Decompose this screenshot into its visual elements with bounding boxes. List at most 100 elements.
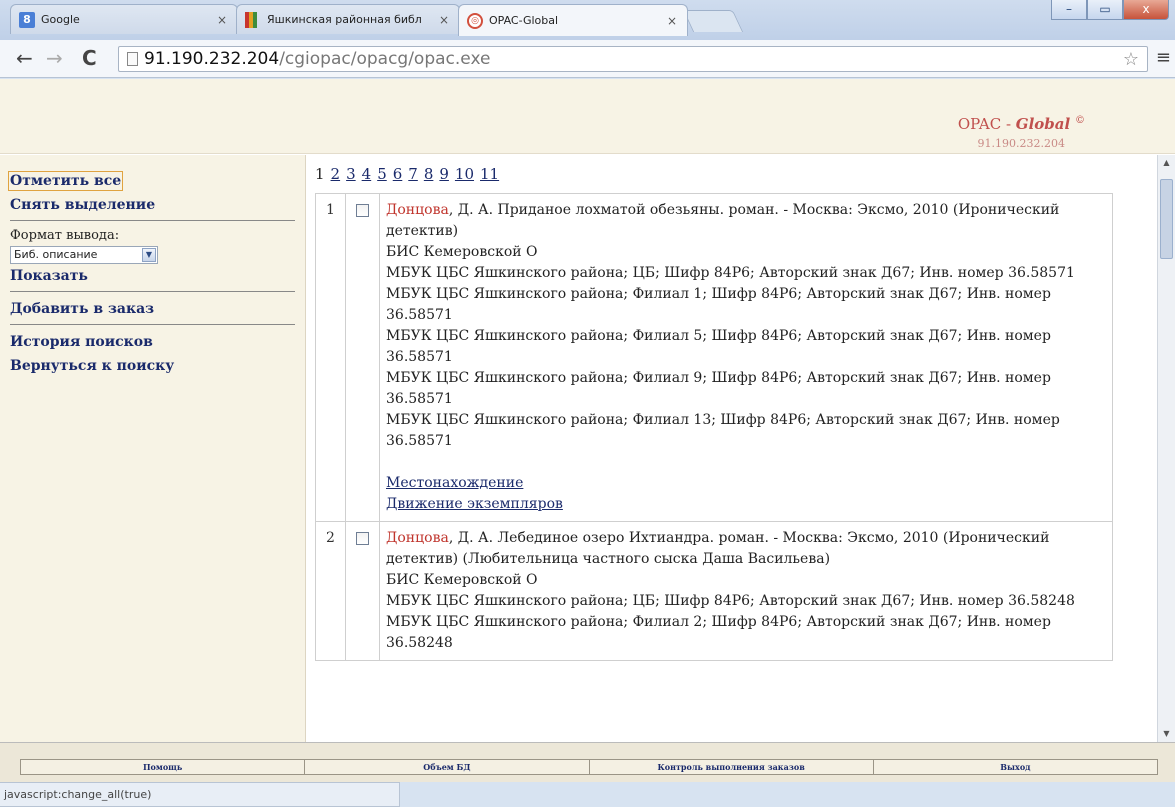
scroll-up-icon[interactable]: ▲ (1158, 155, 1175, 171)
record-title-text: , Д. А. Приданое лохматой обезьяны. рома… (386, 202, 1060, 239)
format-label: Формат вывода: (10, 228, 120, 243)
show-link[interactable]: Показать (10, 266, 295, 286)
top-banner: OPAC - Global © 91.190.232.204 (0, 79, 1175, 154)
chevron-down-icon[interactable]: ▼ (142, 248, 156, 262)
footer-links: Помощь Объем БД Контроль выполнения зака… (20, 759, 1158, 775)
holding-line: МБУК ЦБС Яшкинского района; ЦБ; Шифр 84Р… (386, 265, 1075, 281)
current-page: 1 (315, 165, 325, 183)
holding-line: МБУК ЦБС Яшкинского района; Филиал 2; Ши… (386, 614, 1051, 651)
url-path: /cgiopac/opacg/opac.exe (279, 49, 491, 69)
page-link[interactable]: 11 (480, 165, 499, 183)
record-cell: Донцова, Д. А. Лебединое озеро Ихтиандра… (379, 521, 1113, 661)
divider (10, 324, 295, 325)
tab-title: Google (41, 13, 80, 26)
page-link[interactable]: 2 (331, 165, 341, 183)
address-bar[interactable]: 91.190.232.204/cgiopac/opacg/opac.exe ☆ (118, 46, 1148, 72)
search-history-link[interactable]: История поисков (10, 332, 295, 352)
result-row: 2 Донцова, Д. А. Лебединое озеро Ихтиандр… (315, 521, 1113, 661)
result-number: 1 (315, 193, 346, 522)
close-tab-icon[interactable]: × (217, 13, 227, 27)
page-link[interactable]: 10 (455, 165, 474, 183)
close-window-icon[interactable]: x (1123, 0, 1169, 20)
record-title-text: , Д. А. Лебединое озеро Ихтиандра. роман… (386, 530, 1050, 567)
record-author[interactable]: Донцова (386, 530, 449, 546)
order-control-link[interactable]: Контроль выполнения заказов (590, 760, 874, 774)
browser-toolbar: ← → C 91.190.232.204/cgiopac/opacg/opac.… (0, 40, 1175, 78)
copyright-symbol: © (1075, 115, 1085, 126)
select-all-link[interactable]: Отметить все (7, 171, 295, 191)
sidebar: Отметить все Снять выделение Формат выво… (0, 155, 306, 742)
result-checkbox[interactable] (356, 532, 369, 545)
vertical-scrollbar[interactable]: ▲ ▼ (1157, 155, 1175, 742)
db-size-link[interactable]: Объем БД (305, 760, 590, 774)
tab-opac-global[interactable]: ◎ OPAC-Global × (458, 4, 688, 36)
brand-prefix: OPAC - (957, 115, 1016, 133)
help-link[interactable]: Помощь (21, 760, 306, 774)
holding-line: МБУК ЦБС Яшкинского района; Филиал 1; Ши… (386, 286, 1051, 323)
page-link[interactable]: 3 (346, 165, 356, 183)
tab-title: Яшкинская районная библ (267, 13, 422, 26)
result-checkbox-cell (345, 521, 380, 661)
deselect-link[interactable]: Снять выделение (10, 195, 295, 215)
record-title: Донцова, Д. А. Лебединое озеро Ихтиандра… (386, 528, 1106, 570)
tab-google[interactable]: 8 Google × (10, 4, 238, 34)
divider (10, 220, 295, 221)
new-tab-button[interactable] (682, 10, 744, 32)
result-checkbox[interactable] (356, 204, 369, 217)
page-content: OPAC - Global © 91.190.232.204 Отметить … (0, 79, 1175, 742)
opac-icon: ◎ (467, 12, 483, 29)
footer-bar: Помощь Объем БД Контроль выполнения зака… (0, 742, 1175, 782)
add-to-order-link[interactable]: Добавить в заказ (10, 299, 295, 319)
location-link[interactable]: Местонахождение (386, 475, 523, 491)
tab-library[interactable]: Яшкинская районная библ × (236, 4, 460, 34)
brand-italic: Global (1015, 115, 1071, 133)
results-area: 1 2 3 4 5 6 7 8 9 10 11 1 Донцова, Д. А. Приданое л… (307, 155, 1157, 742)
page-link[interactable]: 8 (424, 165, 434, 183)
page-link[interactable]: 6 (393, 165, 403, 183)
holding-line: МБУК ЦБС Яшкинского района; Филиал 9; Ши… (386, 370, 1051, 407)
back-arrow-icon[interactable]: ← (16, 48, 33, 68)
maximize-icon[interactable]: ▭ (1087, 0, 1123, 20)
pagination: 1 2 3 4 5 6 7 8 9 10 11 (315, 165, 1157, 183)
browser-tabstrip: 8 Google × Яшкинская районная библ × ◎ O… (0, 0, 1175, 40)
back-to-search-link[interactable]: Вернуться к поиску (10, 356, 295, 376)
reload-icon[interactable]: C (82, 48, 97, 68)
server-ip: 91.190.232.204 (977, 137, 1065, 150)
google-icon: 8 (19, 11, 35, 28)
minimize-icon[interactable]: – (1051, 0, 1087, 20)
opac-brand: OPAC - Global © (958, 115, 1085, 133)
menu-icon[interactable]: ≡ (1156, 49, 1171, 67)
page-link[interactable]: 5 (377, 165, 387, 183)
divider (10, 291, 295, 292)
holding-line: БИС Кемеровской О (386, 572, 538, 588)
result-checkbox-cell (345, 193, 380, 522)
library-icon (245, 11, 261, 28)
copy-movement-link[interactable]: Движение экземпляров (386, 496, 563, 512)
status-bar: javascript:change_all(true) (0, 782, 400, 807)
close-tab-icon[interactable]: × (667, 14, 677, 28)
record-cell: Донцова, Д. А. Приданое лохматой обезьян… (379, 193, 1113, 522)
result-row: 1 Донцова, Д. А. Приданое лохматой обезья… (315, 193, 1113, 522)
select-all-label: Отметить все (7, 171, 124, 191)
format-select-value: Биб. описание (14, 248, 98, 261)
page-icon (127, 52, 138, 66)
holding-line: МБУК ЦБС Яшкинского района; Филиал 13; Ш… (386, 412, 1060, 449)
scrollbar-thumb[interactable] (1160, 179, 1173, 259)
exit-link[interactable]: Выход (874, 760, 1157, 774)
page-link[interactable]: 7 (408, 165, 418, 183)
page-link[interactable]: 9 (439, 165, 449, 183)
scroll-down-icon[interactable]: ▼ (1158, 726, 1175, 742)
page-link[interactable]: 4 (362, 165, 372, 183)
holding-line: МБУК ЦБС Яшкинского района; Филиал 5; Ши… (386, 328, 1051, 365)
tab-title: OPAC-Global (489, 14, 559, 27)
close-tab-icon[interactable]: × (439, 13, 449, 27)
window-controls: – ▭ x (1051, 0, 1169, 20)
record-author[interactable]: Донцова (386, 202, 449, 218)
format-select[interactable]: Биб. описание ▼ (10, 246, 158, 264)
results-table: 1 Донцова, Д. А. Приданое лохматой обезья… (315, 193, 1113, 661)
bookmark-star-icon[interactable]: ☆ (1123, 49, 1139, 70)
holding-line: БИС Кемеровской О (386, 244, 538, 260)
forward-arrow-icon[interactable]: → (46, 48, 63, 68)
holding-line: МБУК ЦБС Яшкинского района; ЦБ; Шифр 84Р… (386, 593, 1075, 609)
